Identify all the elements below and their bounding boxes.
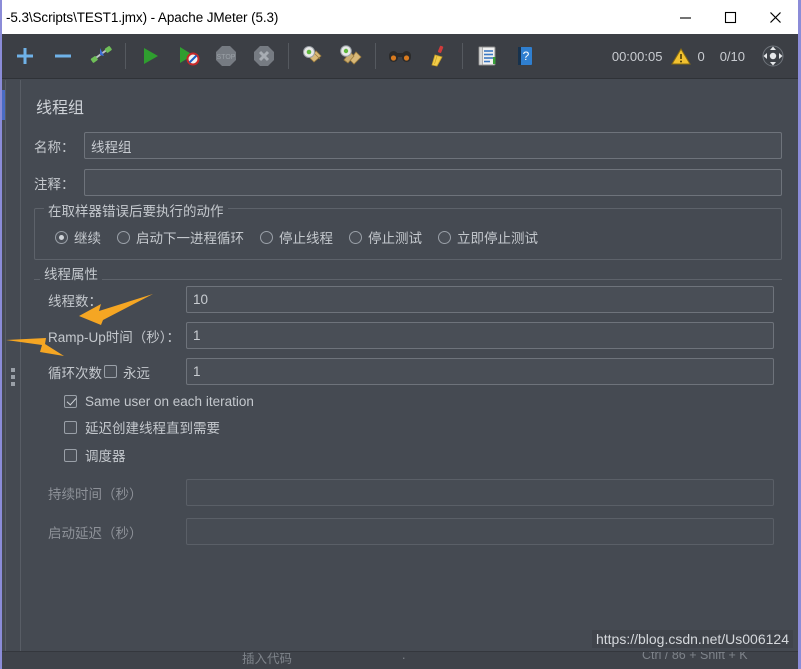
same-user-checkbox-box: [64, 395, 77, 408]
startup-delay-row: 启动延迟（秒）: [34, 518, 774, 545]
status-strip: 插入代码 . Ctrl / 86 + Shift + K: [2, 651, 798, 669]
on-sampler-error-radios: 继续 启动下一进程循环 停止线程 停止测试 立即停止测试: [43, 223, 773, 249]
reset-search-icon[interactable]: [419, 36, 457, 76]
status-strip-col1: 插入代码: [242, 652, 293, 666]
toolbar-separator: [375, 43, 376, 69]
thread-properties-title: 线程属性: [40, 263, 102, 283]
toolbar-separator: [462, 43, 463, 69]
loop-count-row: 循环次数 永远 1: [34, 358, 774, 385]
radio-start-next-loop-label: 启动下一进程循环: [136, 231, 244, 246]
radio-continue[interactable]: 继续: [55, 227, 101, 247]
minimize-button[interactable]: [663, 0, 708, 34]
scheduler-label: 调度器: [85, 449, 126, 464]
help-icon[interactable]: ?: [506, 36, 544, 76]
add-icon[interactable]: [6, 36, 44, 76]
watermark: https://blog.csdn.net/Us006124: [591, 630, 793, 648]
shutdown-icon[interactable]: [245, 36, 283, 76]
name-row: 名称： 线程组: [34, 132, 782, 159]
radio-stop-test-now-label: 立即停止测试: [457, 231, 538, 246]
start-no-timers-icon[interactable]: [169, 36, 207, 76]
forever-label: 永远: [123, 365, 150, 381]
duration-input: [186, 479, 774, 506]
svg-text:STOP: STOP: [217, 54, 236, 61]
comments-input[interactable]: [84, 169, 782, 196]
delay-thread-creation-checkbox-box: [64, 420, 77, 434]
radio-start-next-loop-dot: [117, 230, 130, 244]
radio-stop-thread-label: 停止线程: [279, 231, 333, 246]
radio-stop-thread-dot: [260, 230, 273, 244]
num-threads-label: 线程数：: [48, 293, 102, 309]
thread-count: 0/10: [719, 48, 745, 64]
warning-icon: [671, 48, 692, 65]
toolbar: STOP ? 00:00:05 0 0/10: [2, 34, 798, 79]
thread-properties-group: 线程属性 线程数： 10 Ramp-Up时间（秒）： 1 循环次数 永远 1 S…: [34, 263, 782, 564]
window-controls: [663, 0, 798, 34]
function-helper-icon[interactable]: [468, 36, 506, 76]
elapsed-time: 00:00:05: [611, 48, 663, 64]
maximize-button[interactable]: [708, 0, 753, 34]
status-strip-col2: .: [402, 651, 406, 662]
stop-icon[interactable]: STOP: [207, 36, 245, 76]
on-sampler-error-group: 在取样器错误后要执行的动作 继续 启动下一进程循环 停止线程 停止测试 立即停止…: [34, 200, 782, 260]
gutter-divider-left: [5, 80, 6, 651]
warning-indicator[interactable]: 0: [671, 47, 710, 65]
ramp-up-input[interactable]: 1: [186, 322, 774, 349]
scheduler-checkbox[interactable]: 调度器: [64, 445, 774, 465]
remote-icon[interactable]: [754, 36, 792, 76]
duration-label: 持续时间（秒）: [48, 486, 143, 502]
radio-stop-test-now-dot: [438, 230, 451, 244]
jmeter-window: -5.3\Scripts\TEST1.jmx) - Apache JMeter …: [0, 0, 801, 669]
delay-thread-creation-checkbox[interactable]: 延迟创建线程直到需要: [64, 417, 774, 437]
num-threads-input[interactable]: 10: [186, 286, 774, 313]
page-title: 线程组: [36, 100, 85, 117]
title-bar: -5.3\Scripts\TEST1.jmx) - Apache JMeter …: [2, 0, 798, 34]
startup-delay-input: [186, 518, 774, 545]
startup-delay-label: 启动延迟（秒）: [48, 525, 143, 541]
loop-count-input[interactable]: 1: [186, 358, 774, 385]
tree-panel-gutter: [2, 80, 22, 651]
ramp-up-row: Ramp-Up时间（秒）： 1: [34, 322, 774, 349]
forever-checkbox[interactable]: 永远: [104, 362, 186, 382]
radio-stop-test-label: 停止测试: [368, 231, 422, 246]
comments-row: 注释：: [34, 169, 782, 196]
toolbar-separator: [125, 43, 126, 69]
radio-stop-test-dot: [349, 230, 362, 244]
toggle-icon[interactable]: [82, 36, 120, 76]
forever-checkbox-box: [104, 365, 117, 378]
comments-label: 注释：: [34, 176, 75, 192]
radio-stop-test-now[interactable]: 立即停止测试: [438, 227, 538, 247]
clear-icon[interactable]: [294, 36, 332, 76]
warning-count: 0: [697, 48, 705, 64]
thread-group-panel: 线程组 名称： 线程组 注释： 在取样器错误后要执行的动作 继续 启动下一进程循…: [22, 80, 798, 651]
splitter-handle[interactable]: [10, 366, 16, 388]
status-strip-col3: Ctrl / 86 + Shift + K: [642, 651, 748, 662]
remove-icon[interactable]: [44, 36, 82, 76]
toolbar-separator: [288, 43, 289, 69]
ramp-up-label: Ramp-Up时间（秒）：: [48, 329, 181, 345]
name-label: 名称：: [34, 139, 75, 155]
same-user-label: Same user on each iteration: [85, 394, 254, 409]
close-button[interactable]: [753, 0, 798, 34]
radio-continue-label: 继续: [74, 231, 101, 246]
clear-all-icon[interactable]: [332, 36, 370, 76]
scheduler-checkbox-box: [64, 448, 77, 462]
delay-thread-creation-label: 延迟创建线程直到需要: [85, 421, 220, 436]
radio-stop-thread[interactable]: 停止线程: [260, 227, 333, 247]
search-icon[interactable]: [381, 36, 419, 76]
window-title: -5.3\Scripts\TEST1.jmx) - Apache JMeter …: [6, 9, 279, 25]
gutter-divider-right: [20, 80, 21, 651]
name-input[interactable]: 线程组: [84, 132, 782, 159]
num-threads-row: 线程数： 10: [34, 286, 774, 313]
start-icon[interactable]: [131, 36, 169, 76]
on-sampler-error-title: 在取样器错误后要执行的动作: [44, 200, 228, 220]
radio-continue-dot: [55, 230, 68, 244]
duration-row: 持续时间（秒）: [34, 479, 774, 506]
same-user-checkbox[interactable]: Same user on each iteration: [64, 394, 774, 409]
radio-start-next-loop[interactable]: 启动下一进程循环: [117, 227, 244, 247]
loop-count-label: 循环次数: [48, 365, 102, 381]
radio-stop-test[interactable]: 停止测试: [349, 227, 422, 247]
svg-text:?: ?: [523, 49, 530, 63]
